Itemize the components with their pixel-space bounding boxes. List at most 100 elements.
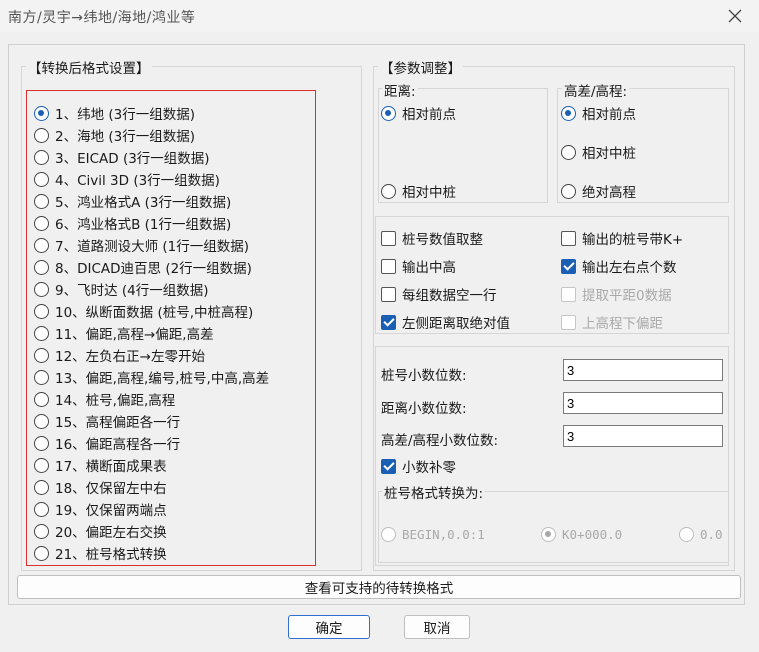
format-option-label: 2、海地 (3行一组数据) (55, 129, 196, 145)
radio-button[interactable] (34, 303, 49, 319)
round-station-checkbox[interactable]: 桩号数值取整 (381, 227, 483, 249)
elevation-relative-center[interactable]: 相对中桩 (561, 141, 636, 163)
radio-button[interactable] (34, 501, 49, 517)
radio-button[interactable] (561, 183, 576, 199)
radio-button[interactable] (34, 325, 49, 341)
elevation-decimals-input[interactable] (563, 425, 723, 447)
checkbox[interactable] (381, 286, 396, 302)
radio-button[interactable] (381, 105, 396, 121)
format-option-label: 15、高程偏距各一行 (55, 415, 181, 431)
left-abs-distance-checkbox[interactable]: 左侧距离取绝对值 (381, 311, 510, 333)
format-option[interactable]: 11、偏距,高程→偏距,高差 (34, 322, 314, 344)
window-title: 南方/灵宇→纬地/海地/鸿业等 (8, 10, 196, 26)
radio-button[interactable] (34, 149, 49, 165)
radio-button[interactable] (34, 457, 49, 473)
radio-button[interactable] (561, 144, 576, 160)
output-k-plus-checkbox[interactable]: 输出的桩号带K+ (561, 227, 683, 249)
radio-button[interactable] (34, 479, 49, 495)
elevation-option-label: 绝对高程 (582, 185, 636, 201)
format-option[interactable]: 19、仅保留两端点 (34, 498, 314, 520)
radio-button[interactable] (561, 105, 576, 121)
format-option[interactable]: 14、桩号,偏距,高程 (34, 388, 314, 410)
format-option[interactable]: 4、Civil 3D (3行一组数据) (34, 168, 314, 190)
station-format-decimal: 0.0 (679, 523, 723, 545)
radio-button[interactable] (34, 193, 49, 209)
checkbox[interactable] (561, 230, 576, 246)
close-button[interactable] (720, 2, 750, 30)
radio-button[interactable] (34, 259, 49, 275)
station-decimals-input[interactable] (563, 359, 723, 381)
format-option[interactable]: 5、鸿业格式A (3行一组数据) (34, 190, 314, 212)
radio-button[interactable] (34, 523, 49, 539)
radio-button[interactable] (34, 391, 49, 407)
upper-elev-lower-offset-checkbox: 上高程下偏距 (561, 311, 663, 333)
radio-button[interactable] (34, 413, 49, 429)
format-option[interactable]: 1、纬地 (3行一组数据) (34, 102, 314, 124)
blank-line-checkbox[interactable]: 每组数据空一行 (381, 283, 497, 305)
checkbox-label: 每组数据空一行 (402, 288, 497, 304)
radio-button[interactable] (34, 369, 49, 385)
radio-button[interactable] (34, 105, 49, 121)
radio-button[interactable] (34, 281, 49, 297)
station-format-k0: K0+000.0 (541, 523, 622, 545)
format-option[interactable]: 8、DICAD迪百思 (2行一组数据) (34, 256, 314, 278)
elevation-relative-prev[interactable]: 相对前点 (561, 102, 636, 124)
format-option-label: 4、Civil 3D (3行一组数据) (55, 173, 220, 189)
radio-button[interactable] (34, 127, 49, 143)
output-center-elev-checkbox[interactable]: 输出中高 (381, 255, 456, 277)
radio-button (541, 526, 556, 542)
format-settings-title: 【转换后格式设置】 (26, 57, 152, 77)
format-option[interactable]: 17、横断面成果表 (34, 454, 314, 476)
format-option[interactable]: 12、左负右正→左零开始 (34, 344, 314, 366)
format-option[interactable]: 20、偏距左右交换 (34, 520, 314, 542)
distance-relative-prev[interactable]: 相对前点 (381, 102, 456, 124)
format-option[interactable]: 21、桩号格式转换 (34, 542, 314, 564)
radio-button[interactable] (34, 545, 49, 561)
format-option[interactable]: 3、EICAD (3行一组数据) (34, 146, 314, 168)
station-format-label: 0.0 (700, 526, 723, 542)
checkbox-label: 桩号数值取整 (402, 232, 483, 248)
cancel-button[interactable]: 取消 (404, 615, 470, 639)
radio-button[interactable] (34, 435, 49, 451)
checkbox[interactable] (561, 258, 576, 274)
format-option-label: 1、纬地 (3行一组数据) (55, 107, 196, 123)
format-option-label: 16、偏距高程各一行 (55, 437, 181, 453)
checkbox-label: 小数补零 (402, 460, 456, 476)
format-option[interactable]: 15、高程偏距各一行 (34, 410, 314, 432)
format-option[interactable]: 18、仅保留左中右 (34, 476, 314, 498)
distance-relative-center[interactable]: 相对中桩 (381, 180, 456, 202)
radio-button[interactable] (34, 237, 49, 253)
radio-button[interactable] (34, 171, 49, 187)
view-formats-button[interactable]: 查看可支持的待转换格式 (17, 575, 741, 599)
format-option[interactable]: 7、道路测设大师 (1行一组数据) (34, 234, 314, 256)
ok-button[interactable]: 确定 (288, 615, 370, 639)
distance-title: 距离: (382, 80, 418, 100)
title-bar: 南方/灵宇→纬地/海地/鸿业等 (0, 0, 759, 32)
elevation-absolute[interactable]: 绝对高程 (561, 180, 636, 202)
checkbox[interactable] (381, 230, 396, 246)
format-option[interactable]: 9、飞时达 (4行一组数据) (34, 278, 314, 300)
checkbox[interactable] (381, 314, 396, 330)
checkbox[interactable] (381, 258, 396, 274)
format-option[interactable]: 13、偏距,高程,编号,桩号,中高,高差 (34, 366, 314, 388)
format-option-label: 13、偏距,高程,编号,桩号,中高,高差 (55, 371, 270, 387)
format-option[interactable]: 6、鸿业格式B (1行一组数据) (34, 212, 314, 234)
format-option[interactable]: 10、纵断面数据 (桩号,中桩高程) (34, 300, 314, 322)
checkbox-label: 提取平距0数据 (582, 288, 672, 304)
format-option-label: 19、仅保留两端点 (55, 503, 167, 519)
format-option-label: 11、偏距,高程→偏距,高差 (55, 327, 214, 343)
station-format-label: BEGIN,0.0:1 (402, 526, 485, 542)
output-lr-count-checkbox[interactable]: 输出左右点个数 (561, 255, 677, 277)
station-format-begin: BEGIN,0.0:1 (381, 523, 485, 545)
radio-button[interactable] (34, 347, 49, 363)
checkbox-label: 输出的桩号带K+ (582, 232, 684, 248)
radio-button[interactable] (381, 183, 396, 199)
distance-decimals-input[interactable] (563, 392, 723, 414)
radio-button[interactable] (34, 215, 49, 231)
checkbox[interactable] (381, 458, 396, 474)
format-option-label: 9、飞时达 (4行一组数据) (55, 283, 209, 299)
format-option[interactable]: 2、海地 (3行一组数据) (34, 124, 314, 146)
pad-zero-checkbox[interactable]: 小数补零 (381, 455, 456, 477)
format-option[interactable]: 16、偏距高程各一行 (34, 432, 314, 454)
format-option-label: 5、鸿业格式A (3行一组数据) (55, 195, 232, 211)
